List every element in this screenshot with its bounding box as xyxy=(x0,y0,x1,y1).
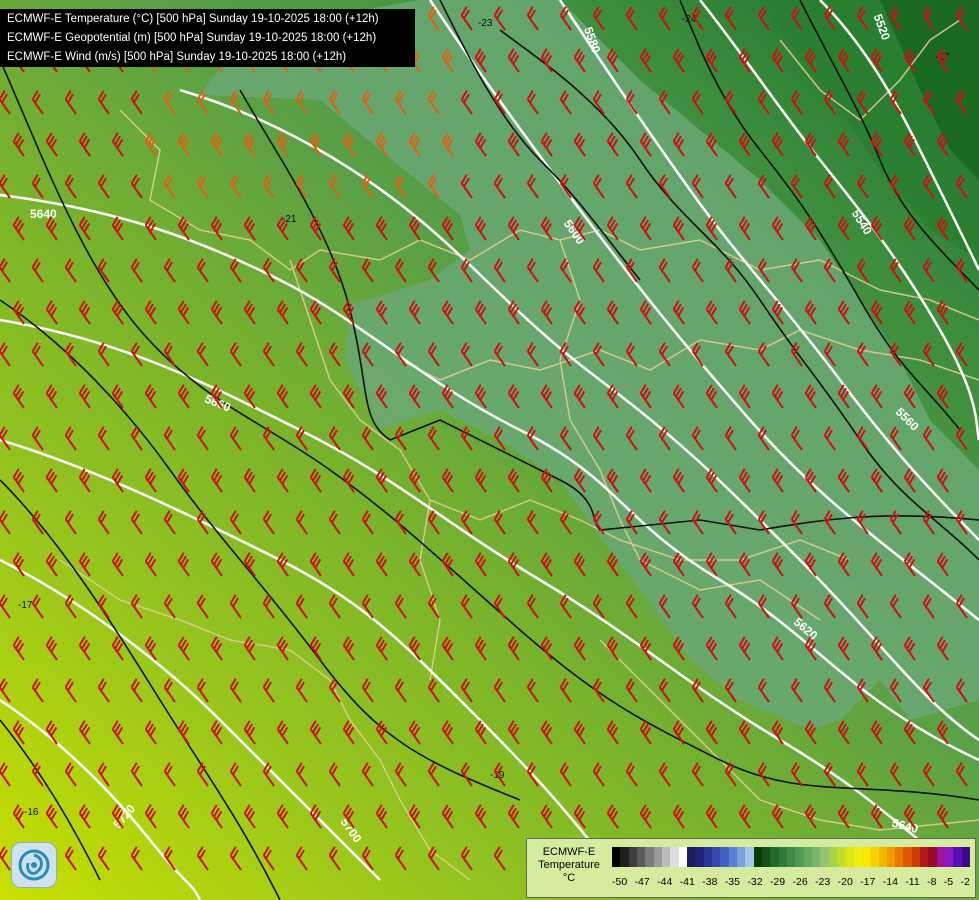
legend-swatch xyxy=(961,847,971,867)
legend-swatch xyxy=(853,847,862,867)
legend-tick: -38 xyxy=(702,876,718,888)
legend-swatch xyxy=(695,847,704,867)
legend-tick: -2 xyxy=(960,876,970,888)
legend-tick: -35 xyxy=(724,876,740,888)
temperature-label: -16 xyxy=(24,807,39,818)
legend-swatch xyxy=(661,847,671,867)
legend-swatch xyxy=(636,847,646,867)
legend-label: ECMWF-E Temperature °C xyxy=(533,846,605,885)
ecmwf-swirl-icon xyxy=(11,842,57,888)
legend-tick: -17 xyxy=(860,876,876,888)
legend-ticks: -50 -47 -44 -41 -38 -35 -32 -29 -26 -23 -20 -17 -14-… xyxy=(612,876,970,890)
weather-map: 5580 5520 5640 5600 5540 5660 5560 5620 … xyxy=(0,0,979,900)
legend-swatch xyxy=(645,847,654,867)
legend-swatch xyxy=(811,847,821,867)
temperature-label: -17 xyxy=(18,600,33,611)
legend-swatch xyxy=(936,847,946,867)
legend-tick: -32 xyxy=(747,876,763,888)
legend-tick: -29 xyxy=(769,876,786,888)
legend-tick: -44 xyxy=(657,876,673,888)
legend-swatch xyxy=(720,847,729,867)
legend-tick: -8 xyxy=(927,876,937,888)
legend-swatch xyxy=(736,847,746,867)
legend-swatch xyxy=(761,847,771,867)
legend-tick: -20 xyxy=(837,876,853,888)
legend-swatch xyxy=(778,847,787,867)
legend-swatch xyxy=(911,847,921,867)
legend-swatch xyxy=(953,847,962,867)
legend-tick: -23 xyxy=(815,876,831,888)
legend-swatch xyxy=(653,847,662,867)
legend-swatch xyxy=(745,847,754,867)
legend-color-bar xyxy=(612,847,971,867)
legend-swatch xyxy=(861,847,871,867)
legend-tick: -26 xyxy=(792,876,808,888)
legend-swatch xyxy=(703,847,712,867)
legend-swatch xyxy=(786,847,796,867)
title-wind: ECMWF-E Wind (m/s) [500 hPa] Sunday 19-1… xyxy=(7,51,347,63)
legend-swatch xyxy=(895,847,904,867)
legend-tick: -5 xyxy=(943,876,954,888)
legend-tick: -14 xyxy=(882,876,898,888)
title-geopotential: ECMWF-E Geopotential (m) [500 hPa] Sunda… xyxy=(7,32,377,44)
legend-swatch xyxy=(620,847,629,867)
legend-swatch xyxy=(612,847,621,867)
legend-tick: -11 xyxy=(905,876,920,888)
legend-swatch xyxy=(670,847,679,867)
legend-swatch xyxy=(878,847,887,867)
legend-swatch xyxy=(870,847,879,867)
geopotential-label: 5640 xyxy=(30,207,57,221)
legend-swatch xyxy=(678,847,687,867)
legend-swatch xyxy=(686,847,696,867)
legend-label-unit: °C xyxy=(562,872,576,884)
legend-swatch xyxy=(903,847,912,867)
legend-swatch xyxy=(920,847,929,867)
legend-tick: -47 xyxy=(634,876,650,888)
temperature-label: -23 xyxy=(478,18,493,29)
legend-swatch xyxy=(628,847,637,867)
legend-tick: -41 xyxy=(679,876,695,888)
legend-swatch xyxy=(820,847,829,867)
legend-label-line: Temperature xyxy=(538,859,600,871)
title-temperature: ECMWF-E Temperature (°C) [500 hPa] Sunda… xyxy=(7,13,379,25)
legend-swatch xyxy=(803,847,812,867)
legend-swatch xyxy=(836,847,846,867)
legend-swatch xyxy=(828,847,837,867)
temperature-legend: ECMWF-E Temperature °C -50 -47 -44 -41 -38 -3… xyxy=(526,838,976,898)
legend-swatch xyxy=(728,847,737,867)
legend-label-line: ECMWF-E xyxy=(542,846,596,858)
legend-swatch xyxy=(795,847,804,867)
legend-swatch xyxy=(770,847,779,867)
legend-swatch xyxy=(711,847,721,867)
legend-swatch xyxy=(945,847,954,867)
legend-swatch xyxy=(928,847,937,867)
legend-swatch xyxy=(753,847,762,867)
legend-tick: -50 xyxy=(612,876,628,888)
legend-swatch xyxy=(886,847,896,867)
title-box: ECMWF-E Temperature (°C) [500 hPa] Sunda… xyxy=(0,9,415,67)
legend-swatch xyxy=(845,847,854,867)
